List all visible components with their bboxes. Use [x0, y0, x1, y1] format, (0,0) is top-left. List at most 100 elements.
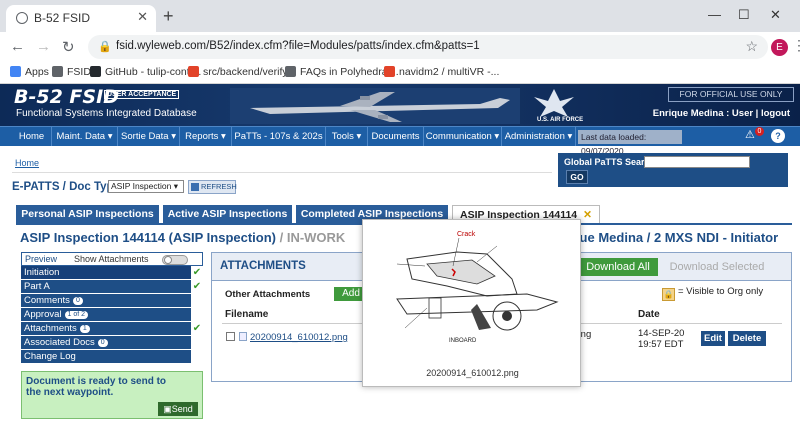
nav-home[interactable]: Home — [12, 127, 52, 146]
preview-link[interactable]: Preview — [25, 254, 57, 264]
ready-to-send-panel: Document is ready to send to the next wa… — [21, 371, 203, 419]
bookmark-fsid[interactable]: FSID — [52, 66, 91, 78]
back-icon[interactable]: ← — [10, 38, 25, 55]
edit-button[interactable]: Edit — [701, 331, 725, 346]
classification-banner: FOR OFFICIAL USE ONLY — [668, 87, 794, 102]
go-button[interactable]: GO — [566, 170, 588, 184]
preview-caption: 20200914_610012.png — [426, 368, 519, 378]
check-placeholder — [191, 350, 203, 364]
github-icon — [90, 66, 101, 77]
browser-tab[interactable]: B-52 FSID ✕ — [6, 5, 156, 32]
bookmarks-bar: Apps FSID GitHub - tulip-contr... src/ba… — [0, 62, 800, 84]
count-badge: 1 — [79, 325, 90, 333]
url-text: fsid.wyleweb.com/B52/index.cfm?file=Modu… — [116, 40, 480, 52]
global-search-input[interactable] — [644, 156, 750, 168]
nav-administration[interactable]: Administration ▾ — [502, 127, 576, 146]
crack-label: Crack — [457, 231, 476, 238]
apps-icon — [10, 66, 21, 77]
bookmark-apps[interactable]: Apps — [10, 66, 49, 78]
lock-icon: 🔒 — [662, 288, 675, 301]
bomber-image — [230, 88, 520, 124]
inboard-label: INBOARD — [449, 338, 477, 344]
show-attachments-label: Show Attachments — [74, 254, 149, 264]
attachment-date: 14-SEP-20 19:57 EDT — [638, 328, 685, 350]
window-close-icon[interactable]: ✕ — [770, 7, 781, 23]
new-tab-icon[interactable]: + — [163, 6, 174, 27]
gitlab-icon — [384, 66, 395, 77]
maximize-icon[interactable]: ☐ — [738, 7, 750, 23]
nav-reports[interactable]: Reports ▾ — [180, 127, 232, 146]
close-tab-icon[interactable]: ✕ — [583, 209, 592, 221]
tab-personal[interactable]: Personal ASIP Inspections — [16, 205, 159, 223]
url-field[interactable]: 🔒 fsid.wyleweb.com/B52/index.cfm?file=Mo… — [88, 35, 768, 59]
lock-icon[interactable]: 🔒 — [98, 40, 112, 53]
bookmark-star-icon[interactable]: ☆ — [745, 38, 758, 55]
inspection-title: ASIP Inspection 144114 (ASIP Inspection)… — [20, 230, 346, 245]
col-filename: Filename — [225, 309, 269, 320]
attachment-file-link[interactable]: 20200914_610012.png — [250, 332, 348, 343]
nav-documents[interactable]: Documents — [368, 127, 424, 146]
bookmark-verify[interactable]: src/backend/verify... — [188, 66, 296, 78]
environment-badge: USER ACCEPTANCE — [104, 90, 180, 99]
nav-patts[interactable]: PaTTs - 107s & 202s ▾ — [232, 127, 326, 161]
nav-tools[interactable]: Tools ▾ — [326, 127, 368, 146]
notification-count-badge: 0 — [755, 127, 764, 136]
main-nav: Home Maint. Data ▾ Sortie Data ▾ Reports… — [0, 126, 800, 161]
refresh-button[interactable]: REFRESH — [188, 180, 237, 194]
sidebar-item-comments[interactable]: Comments 0 — [21, 294, 203, 308]
send-button[interactable]: ▣Send — [158, 402, 198, 416]
reload-icon[interactable]: ↻ — [62, 38, 75, 56]
download-all-button[interactable]: Download All — [578, 258, 658, 276]
minimize-icon[interactable]: — — [708, 7, 721, 22]
check-placeholder — [191, 336, 203, 350]
doc-type-select[interactable]: ASIP Inspection ▾ — [108, 180, 184, 193]
gitlab-icon — [188, 66, 199, 77]
app-banner: B-52 FSID USER ACCEPTANCE Functional Sys… — [0, 84, 800, 126]
sidebar-item-approval[interactable]: Approval 1 of 2 — [21, 308, 203, 322]
ready-message: Document is ready to send to the next wa… — [26, 376, 167, 398]
other-attachments-label: Other Attachments — [225, 289, 311, 300]
global-search-panel: Global PaTTS Search GO — [558, 153, 788, 187]
user-logout-link[interactable]: Enrique Medina : User | logout — [653, 108, 790, 119]
tab-active[interactable]: Active ASIP Inspections — [163, 205, 292, 223]
bookmark-github[interactable]: GitHub - tulip-contr... — [90, 66, 201, 78]
attachment-preview-popup: Crack INBOARD 20200914_610012.png — [362, 219, 581, 387]
address-bar: ← → ↻ 🔒 fsid.wyleweb.com/B52/index.cfm?f… — [0, 32, 800, 62]
sidebar-item-part-a[interactable]: Part A ✔ — [21, 280, 203, 294]
show-attachments-toggle[interactable] — [162, 255, 188, 265]
close-tab-icon[interactable]: ✕ — [137, 9, 148, 25]
nav-maint-data[interactable]: Maint. Data ▾ — [52, 127, 118, 146]
menu-icon[interactable]: ⋮ — [792, 37, 800, 54]
col-date: Date — [638, 309, 660, 320]
nav-sortie-data[interactable]: Sortie Data ▾ — [118, 127, 180, 146]
refresh-icon — [191, 183, 199, 191]
sidebar-item-attachments[interactable]: Attachments 1 ✔ — [21, 322, 203, 336]
profile-avatar[interactable]: E — [771, 39, 788, 56]
app-subtitle: Functional Systems Integrated Database — [16, 108, 197, 119]
nav-communication[interactable]: Communication ▾ — [424, 127, 502, 146]
technical-drawing-image: Crack INBOARD — [367, 224, 577, 364]
air-force-label: U.S. AIR FORCE — [537, 117, 584, 123]
row-select-checkbox[interactable] — [226, 332, 235, 341]
browser-tabstrip: B-52 FSID ✕ + — ☐ ✕ — [0, 0, 800, 32]
doc-type-label: E-PATTS / Doc Type — [12, 181, 120, 193]
count-badge: 0 — [97, 339, 108, 347]
help-icon[interactable]: ? — [771, 129, 785, 143]
notification-bell-icon[interactable]: ⚠ — [745, 128, 755, 141]
check-icon: ✔ — [191, 322, 203, 336]
bookmark-faqs[interactable]: FAQs in Polyhedral... — [285, 66, 399, 78]
sidebar-header: Preview Show Attachments — [21, 252, 203, 266]
forward-icon[interactable]: → — [36, 38, 51, 55]
breadcrumb-home[interactable]: Home — [15, 158, 39, 168]
delete-button[interactable]: Delete — [728, 331, 766, 346]
bookmark-navidm2[interactable]: navidm2 / multiVR -... — [384, 66, 499, 78]
download-selected-button[interactable]: Download Selected — [662, 258, 772, 276]
sidebar-item-initiation[interactable]: Initiation ✔ — [21, 266, 203, 280]
sidebar-item-associated-docs[interactable]: Associated Docs 0 — [21, 336, 203, 350]
check-placeholder — [191, 308, 203, 322]
page-icon — [285, 66, 296, 77]
globe-icon — [16, 12, 28, 24]
fsid-icon — [52, 66, 63, 77]
sidebar-item-change-log[interactable]: Change Log — [21, 350, 203, 364]
last-data-loaded: Last data loaded: 09/07/2020 — [578, 130, 682, 156]
